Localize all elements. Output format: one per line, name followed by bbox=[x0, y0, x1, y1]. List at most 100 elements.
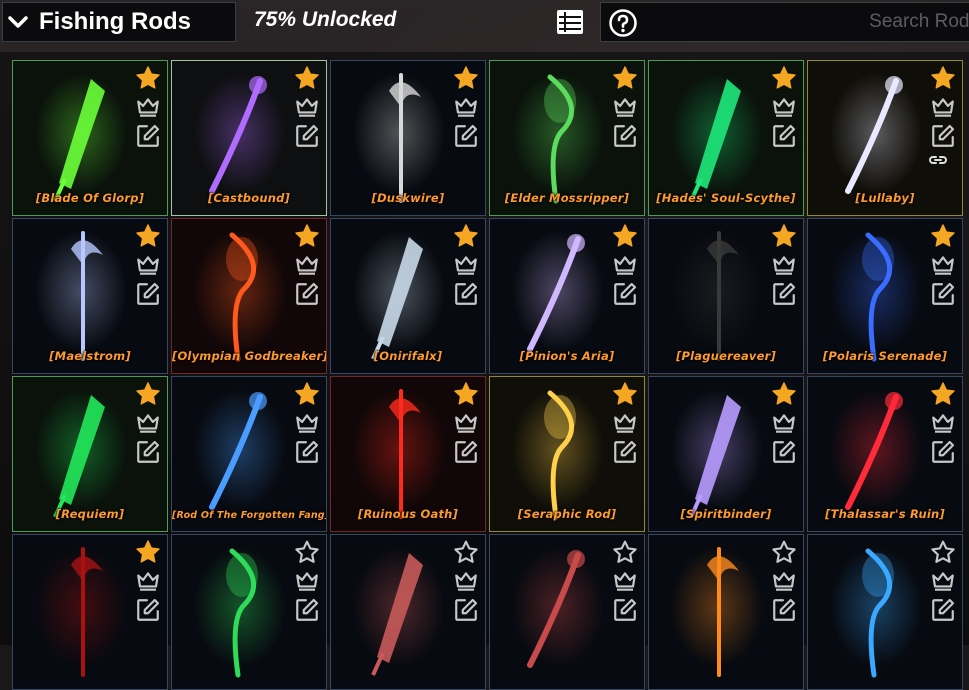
edit-icon[interactable] bbox=[294, 597, 320, 623]
star-outline-icon[interactable] bbox=[930, 539, 956, 565]
crown-icon[interactable] bbox=[930, 94, 956, 120]
star-filled-icon[interactable] bbox=[930, 223, 956, 249]
rod-card[interactable]: [Maelstrom] bbox=[12, 218, 168, 374]
edit-icon[interactable] bbox=[294, 439, 320, 465]
edit-icon[interactable] bbox=[294, 281, 320, 307]
edit-icon[interactable] bbox=[453, 123, 479, 149]
star-filled-icon[interactable] bbox=[930, 65, 956, 91]
edit-icon[interactable] bbox=[294, 123, 320, 149]
edit-icon[interactable] bbox=[771, 597, 797, 623]
rod-card[interactable] bbox=[807, 534, 963, 690]
rod-card[interactable]: [Seraphic Rod] bbox=[489, 376, 645, 532]
star-filled-icon[interactable] bbox=[135, 539, 161, 565]
crown-icon[interactable] bbox=[453, 410, 479, 436]
star-filled-icon[interactable] bbox=[930, 381, 956, 407]
crown-icon[interactable] bbox=[612, 252, 638, 278]
edit-icon[interactable] bbox=[135, 281, 161, 307]
edit-icon[interactable] bbox=[930, 439, 956, 465]
rod-card[interactable]: [Ruinous Oath] bbox=[330, 376, 486, 532]
rod-card[interactable]: [Polaris Serenade] bbox=[807, 218, 963, 374]
edit-icon[interactable] bbox=[612, 281, 638, 307]
crown-icon[interactable] bbox=[930, 252, 956, 278]
crown-icon[interactable] bbox=[135, 568, 161, 594]
edit-icon[interactable] bbox=[930, 123, 956, 149]
edit-icon[interactable] bbox=[453, 439, 479, 465]
crown-icon[interactable] bbox=[930, 410, 956, 436]
star-filled-icon[interactable] bbox=[453, 223, 479, 249]
rod-card[interactable]: [Plaguereaver] bbox=[648, 218, 804, 374]
help-icon[interactable] bbox=[609, 9, 637, 37]
rod-card[interactable] bbox=[648, 534, 804, 690]
rod-card[interactable]: [Hades' Soul-Scythe] bbox=[648, 60, 804, 216]
star-outline-icon[interactable] bbox=[294, 539, 320, 565]
rod-card[interactable]: [Olympian Godbreaker] bbox=[171, 218, 327, 374]
rod-card[interactable]: [Blade Of Glorp] bbox=[12, 60, 168, 216]
edit-icon[interactable] bbox=[135, 439, 161, 465]
star-outline-icon[interactable] bbox=[771, 539, 797, 565]
crown-icon[interactable] bbox=[453, 568, 479, 594]
edit-icon[interactable] bbox=[453, 597, 479, 623]
crown-icon[interactable] bbox=[612, 410, 638, 436]
edit-icon[interactable] bbox=[930, 597, 956, 623]
search-input[interactable] bbox=[649, 3, 969, 41]
rod-card[interactable]: [Elder Mossripper] bbox=[489, 60, 645, 216]
star-filled-icon[interactable] bbox=[612, 65, 638, 91]
edit-icon[interactable] bbox=[453, 281, 479, 307]
crown-icon[interactable] bbox=[294, 568, 320, 594]
edit-icon[interactable] bbox=[612, 439, 638, 465]
edit-icon[interactable] bbox=[612, 123, 638, 149]
crown-icon[interactable] bbox=[612, 568, 638, 594]
rod-card[interactable]: [Lullaby] bbox=[807, 60, 963, 216]
crown-icon[interactable] bbox=[771, 252, 797, 278]
rod-card[interactable]: [Onirifalx] bbox=[330, 218, 486, 374]
star-filled-icon[interactable] bbox=[453, 381, 479, 407]
list-view-icon[interactable] bbox=[556, 9, 584, 35]
rod-card[interactable] bbox=[330, 534, 486, 690]
edit-icon[interactable] bbox=[135, 597, 161, 623]
rod-card[interactable] bbox=[171, 534, 327, 690]
star-outline-icon[interactable] bbox=[453, 539, 479, 565]
edit-icon[interactable] bbox=[135, 123, 161, 149]
crown-icon[interactable] bbox=[453, 252, 479, 278]
star-filled-icon[interactable] bbox=[771, 381, 797, 407]
edit-icon[interactable] bbox=[930, 281, 956, 307]
star-outline-icon[interactable] bbox=[612, 539, 638, 565]
star-filled-icon[interactable] bbox=[294, 381, 320, 407]
star-filled-icon[interactable] bbox=[453, 65, 479, 91]
edit-icon[interactable] bbox=[771, 281, 797, 307]
crown-icon[interactable] bbox=[930, 568, 956, 594]
edit-icon[interactable] bbox=[612, 597, 638, 623]
category-dropdown[interactable]: Fishing Rods bbox=[2, 2, 236, 42]
rod-card[interactable] bbox=[489, 534, 645, 690]
star-filled-icon[interactable] bbox=[294, 223, 320, 249]
crown-icon[interactable] bbox=[135, 410, 161, 436]
rod-card[interactable]: [Thalassar's Ruin] bbox=[807, 376, 963, 532]
star-filled-icon[interactable] bbox=[135, 381, 161, 407]
crown-icon[interactable] bbox=[135, 94, 161, 120]
edit-icon[interactable] bbox=[771, 123, 797, 149]
rod-card[interactable]: [Requiem] bbox=[12, 376, 168, 532]
rod-card[interactable]: [Pinion's Aria] bbox=[489, 218, 645, 374]
edit-icon[interactable] bbox=[771, 439, 797, 465]
rod-card[interactable]: [Rod Of The Forgotten Fang] bbox=[171, 376, 327, 532]
rod-card[interactable]: [Castbound] bbox=[171, 60, 327, 216]
crown-icon[interactable] bbox=[294, 94, 320, 120]
star-filled-icon[interactable] bbox=[771, 65, 797, 91]
rod-card[interactable]: [Spiritbinder] bbox=[648, 376, 804, 532]
crown-icon[interactable] bbox=[294, 410, 320, 436]
crown-icon[interactable] bbox=[294, 252, 320, 278]
crown-icon[interactable] bbox=[453, 94, 479, 120]
rod-card[interactable]: [Duskwire] bbox=[330, 60, 486, 216]
crown-icon[interactable] bbox=[771, 568, 797, 594]
star-filled-icon[interactable] bbox=[135, 65, 161, 91]
crown-icon[interactable] bbox=[771, 410, 797, 436]
crown-icon[interactable] bbox=[135, 252, 161, 278]
star-filled-icon[interactable] bbox=[135, 223, 161, 249]
chevron-down-icon[interactable] bbox=[3, 2, 33, 42]
star-filled-icon[interactable] bbox=[294, 65, 320, 91]
crown-icon[interactable] bbox=[771, 94, 797, 120]
star-filled-icon[interactable] bbox=[771, 223, 797, 249]
link-icon[interactable] bbox=[928, 152, 948, 166]
star-filled-icon[interactable] bbox=[612, 223, 638, 249]
star-filled-icon[interactable] bbox=[612, 381, 638, 407]
